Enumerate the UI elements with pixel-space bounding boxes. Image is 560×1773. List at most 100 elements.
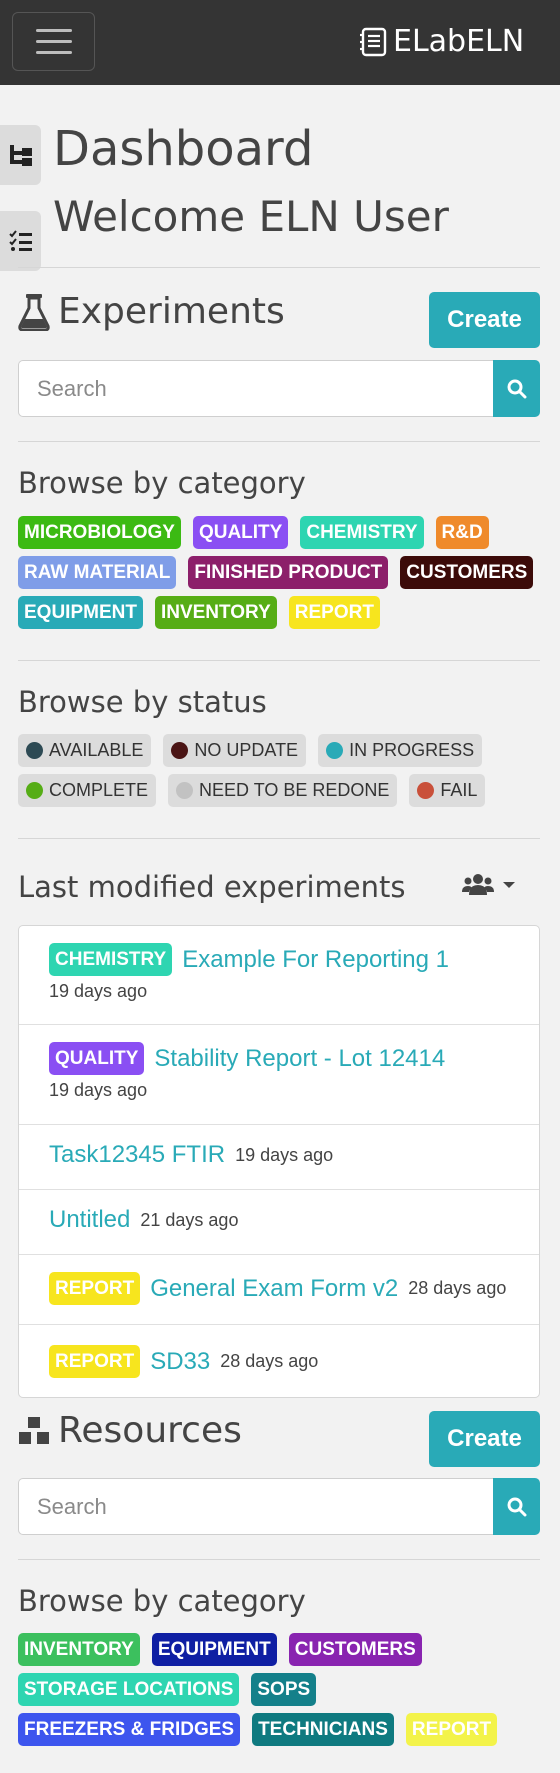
resource-category-list: INVENTORY EQUIPMENT CUSTOMERS STORAGE LOCAT…: [18, 1633, 548, 1746]
status-filter-badge[interactable]: FAIL: [409, 774, 486, 807]
status-filter-badge[interactable]: NEED TO BE REDONE: [168, 774, 398, 807]
divider: [18, 838, 540, 839]
status-filter-badge[interactable]: AVAILABLE: [18, 734, 152, 767]
experiments-search: [18, 360, 540, 417]
sitemap-icon: [9, 145, 32, 166]
experiment-title-link[interactable]: Example For Reporting 1: [182, 946, 449, 974]
hamburger-icon-bar: [35, 40, 72, 43]
search-icon: [507, 379, 526, 398]
experiment-title-link[interactable]: Untitled: [49, 1206, 130, 1234]
experiments-heading: Experiments: [18, 291, 285, 332]
experiment-title-link[interactable]: Stability Report - Lot 12414: [154, 1045, 445, 1073]
top-navbar: ELabELN: [0, 0, 560, 85]
experiment-title-link[interactable]: Task12345 FTIR: [49, 1141, 225, 1169]
experiment-category-badge[interactable]: QUALITY: [192, 516, 289, 549]
recent-experiment-line: REPORT SD33 28 days ago: [49, 1345, 318, 1378]
hamburger-icon-bar: [35, 51, 72, 54]
modified-time: 19 days ago: [49, 1080, 148, 1100]
recent-experiment-line: Untitled 21 days ago: [49, 1206, 238, 1234]
status-dot-icon: [326, 742, 344, 759]
experiment-category-list: MICROBIOLOGY QUALITY CHEMISTRY R&D RAW MATER…: [18, 516, 548, 629]
resource-category-badge[interactable]: INVENTORY: [18, 1633, 140, 1666]
resource-category-badge[interactable]: SOPS: [251, 1673, 317, 1706]
experiment-category-badge[interactable]: R&D: [435, 516, 489, 549]
recent-experiment-item[interactable]: REPORT SD33 28 days ago: [19, 1325, 539, 1397]
menu-toggle-button[interactable]: [12, 12, 95, 71]
status-label: FAIL: [440, 780, 478, 800]
status-label: NO UPDATE: [194, 740, 299, 760]
experiment-category-badge[interactable]: CHEMISTRY: [49, 943, 173, 976]
resource-category-badge[interactable]: FREEZERS & FRIDGES: [18, 1713, 241, 1746]
experiment-category-badge[interactable]: MICROBIOLOGY: [18, 516, 181, 549]
flask-icon: [18, 293, 50, 331]
resources-search-input[interactable]: [18, 1478, 493, 1535]
experiment-title-link[interactable]: SD33: [150, 1348, 210, 1376]
modified-time: 28 days ago: [408, 1278, 507, 1298]
recent-experiment-item[interactable]: CHEMISTRY Example For Reporting 1 19 days …: [19, 926, 539, 1025]
status-dot-icon: [26, 742, 43, 759]
status-label: IN PROGRESS: [349, 740, 475, 760]
experiment-category-badge[interactable]: QUALITY: [49, 1042, 145, 1075]
experiment-category-badge[interactable]: REPORT: [288, 596, 380, 629]
resources-heading: Resources: [18, 1410, 242, 1451]
boxes-icon: [19, 1416, 49, 1444]
status-dot-icon: [417, 782, 435, 799]
page-title: Dashboard: [53, 121, 314, 177]
divider: [18, 267, 540, 268]
status-filter-badge[interactable]: NO UPDATE: [163, 734, 307, 767]
recent-experiment-item[interactable]: REPORT General Exam Form v2 28 days ago: [19, 1255, 539, 1325]
status-dot-icon: [26, 782, 43, 799]
divider: [18, 441, 540, 442]
experiment-title-link[interactable]: General Exam Form v2: [150, 1275, 398, 1303]
recent-experiment-item[interactable]: Task12345 FTIR 19 days ago: [19, 1125, 539, 1190]
notebook-icon: [360, 27, 387, 56]
brand-logo-link[interactable]: ELabELN: [358, 24, 524, 59]
welcome-message: Welcome ELN User: [53, 192, 449, 241]
divider: [18, 660, 540, 661]
experiment-status-list: AVAILABLE NO UPDATE IN PROGRESS COMPLETE NEE…: [18, 734, 548, 807]
resource-category-badge[interactable]: CUSTOMERS: [288, 1633, 422, 1666]
brand-name: ELabELN: [393, 24, 525, 59]
recent-experiment-item[interactable]: QUALITY Stability Report - Lot 12414 19 da…: [19, 1025, 539, 1125]
experiment-category-badge[interactable]: CUSTOMERS: [400, 556, 534, 589]
resources-search-button[interactable]: [493, 1478, 540, 1535]
caret-down-icon: [503, 882, 515, 888]
search-icon: [507, 1497, 526, 1516]
resource-category-badge[interactable]: STORAGE LOCATIONS: [18, 1673, 240, 1706]
status-filter-badge[interactable]: IN PROGRESS: [318, 734, 483, 767]
experiment-category-badge[interactable]: INVENTORY: [154, 596, 277, 629]
resource-category-badge[interactable]: REPORT: [405, 1713, 498, 1746]
experiment-category-badge[interactable]: REPORT: [49, 1272, 141, 1305]
scope-dropdown-button[interactable]: [462, 873, 516, 897]
experiment-category-badge[interactable]: RAW MATERIAL: [18, 556, 177, 589]
recent-experiment-line: CHEMISTRY Example For Reporting 1: [49, 943, 449, 976]
resource-category-badge[interactable]: EQUIPMENT: [151, 1633, 277, 1666]
recent-experiment-item[interactable]: Untitled 21 days ago: [19, 1190, 539, 1255]
users-icon: [462, 874, 494, 895]
create-resource-button[interactable]: Create: [429, 1411, 540, 1467]
recent-experiment-line: Task12345 FTIR 19 days ago: [49, 1141, 333, 1169]
create-experiment-button[interactable]: Create: [429, 292, 540, 348]
status-dot-icon: [176, 782, 194, 799]
resource-category-badge[interactable]: TECHNICIANS: [252, 1713, 394, 1746]
experiment-category-badge[interactable]: REPORT: [49, 1345, 141, 1378]
tree-view-toggle[interactable]: [0, 125, 41, 185]
experiments-search-input[interactable]: [18, 360, 493, 417]
modified-time: 19 days ago: [49, 981, 148, 1001]
modified-time: 19 days ago: [235, 1144, 334, 1165]
recent-experiment-line: QUALITY Stability Report - Lot 12414: [49, 1042, 445, 1075]
recent-experiment-line: REPORT General Exam Form v2 28 days ago: [49, 1272, 506, 1305]
experiments-search-button[interactable]: [493, 360, 540, 417]
checklist-icon: [8, 230, 32, 251]
status-label: AVAILABLE: [49, 740, 144, 760]
experiment-category-badge[interactable]: CHEMISTRY: [300, 516, 424, 549]
status-dot-icon: [171, 742, 189, 759]
modified-time: 21 days ago: [140, 1209, 239, 1230]
browse-category-heading: Browse by category: [18, 466, 306, 500]
resources-browse-category-heading: Browse by category: [18, 1584, 306, 1618]
experiment-category-badge[interactable]: FINISHED PRODUCT: [188, 556, 389, 589]
experiment-category-badge[interactable]: EQUIPMENT: [18, 596, 143, 629]
browse-status-heading: Browse by status: [18, 685, 267, 719]
status-filter-badge[interactable]: COMPLETE: [18, 774, 157, 807]
todo-list-toggle[interactable]: [0, 211, 41, 271]
